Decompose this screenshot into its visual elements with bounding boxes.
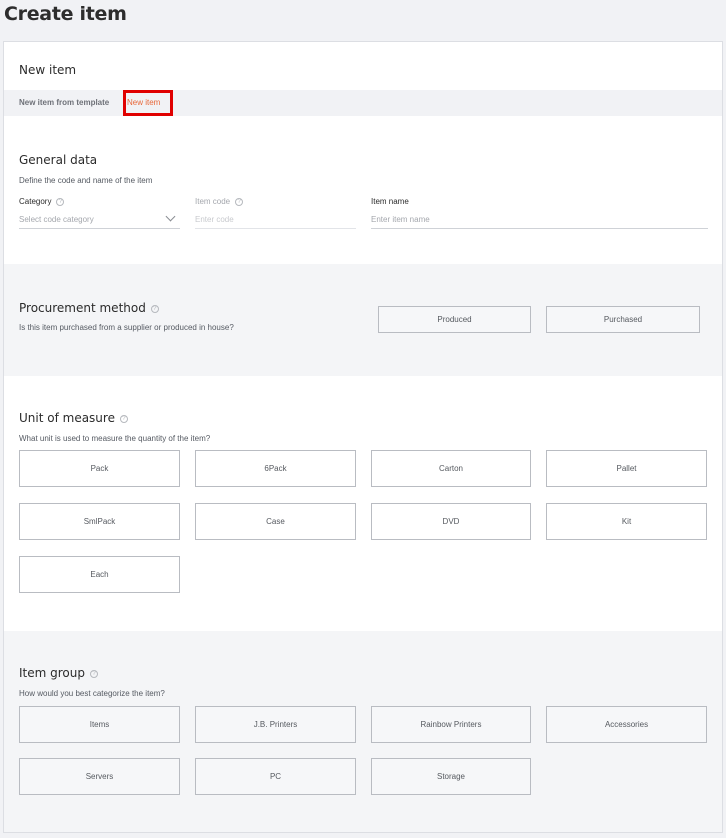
uom-option-button[interactable]: Pack — [19, 450, 180, 487]
item-group-title: Item group? — [19, 666, 98, 680]
general-data-subtitle: Define the code and name of the item — [19, 176, 153, 185]
card-title: New item — [19, 63, 77, 77]
uom-subtitle: What unit is used to measure the quantit… — [19, 434, 211, 443]
procurement-title: Procurement method? — [19, 301, 159, 315]
item-group-option-button[interactable]: J.B. Printers — [195, 706, 356, 743]
uom-option-button[interactable]: Kit — [546, 503, 707, 540]
category-label: Category? — [19, 197, 65, 206]
item-group-option-button[interactable]: PC — [195, 758, 356, 795]
category-placeholder: Select code category — [19, 215, 94, 224]
procurement-section: Procurement method? Is this item purchas… — [4, 264, 722, 376]
uom-option-button[interactable]: SmlPack — [19, 503, 180, 540]
uom-option-button[interactable]: Pallet — [546, 450, 707, 487]
item-group-section: Item group? How would you best categoriz… — [4, 631, 722, 832]
procurement-subtitle: Is this item purchased from a supplier o… — [19, 323, 234, 332]
item-code-label: Item code? — [195, 197, 244, 206]
tabs-bar: New item from template New item — [4, 90, 722, 116]
uom-option-button[interactable]: 6Pack — [195, 450, 356, 487]
item-code-placeholder: Enter code — [195, 215, 234, 224]
category-label-text: Category — [19, 197, 52, 206]
uom-option-button[interactable]: Carton — [371, 450, 531, 487]
category-select[interactable]: Select code category — [19, 211, 180, 229]
produced-button[interactable]: Produced — [378, 306, 531, 333]
item-code-input[interactable]: Enter code — [195, 211, 356, 229]
uom-title: Unit of measure? — [19, 411, 128, 425]
item-group-option-button[interactable]: Rainbow Printers — [371, 706, 531, 743]
help-icon[interactable]: ? — [119, 414, 128, 423]
uom-title-text: Unit of measure — [19, 411, 115, 425]
uom-option-button[interactable]: DVD — [371, 503, 531, 540]
item-name-input[interactable]: Enter item name — [371, 211, 708, 229]
uom-option-button[interactable]: Case — [195, 503, 356, 540]
item-group-option-button[interactable]: Storage — [371, 758, 531, 795]
help-icon[interactable]: ? — [150, 304, 159, 313]
procurement-title-text: Procurement method — [19, 301, 146, 315]
tab-new-item[interactable]: New item — [127, 98, 160, 107]
tab-new-item-from-template[interactable]: New item from template — [19, 98, 109, 107]
chevron-down-icon — [165, 211, 176, 222]
purchased-button[interactable]: Purchased — [546, 306, 700, 333]
item-group-option-button[interactable]: Accessories — [546, 706, 707, 743]
uom-option-button[interactable]: Each — [19, 556, 180, 593]
item-group-subtitle: How would you best categorize the item? — [19, 689, 165, 698]
help-icon[interactable]: ? — [89, 669, 98, 678]
item-code-label-text: Item code — [195, 197, 231, 206]
help-icon[interactable]: ? — [235, 197, 244, 206]
item-name-placeholder: Enter item name — [371, 215, 430, 224]
create-item-card: New item New item from template New item… — [3, 41, 723, 833]
general-data-section: General data Define the code and name of… — [4, 116, 722, 264]
general-data-title: General data — [19, 153, 98, 167]
item-name-label: Item name — [371, 197, 409, 206]
help-icon[interactable]: ? — [56, 197, 65, 206]
page-title: Create item — [4, 3, 127, 25]
item-group-title-text: Item group — [19, 666, 85, 680]
item-group-option-button[interactable]: Servers — [19, 758, 180, 795]
unit-of-measure-section: Unit of measure? What unit is used to me… — [4, 376, 722, 631]
item-group-option-button[interactable]: Items — [19, 706, 180, 743]
